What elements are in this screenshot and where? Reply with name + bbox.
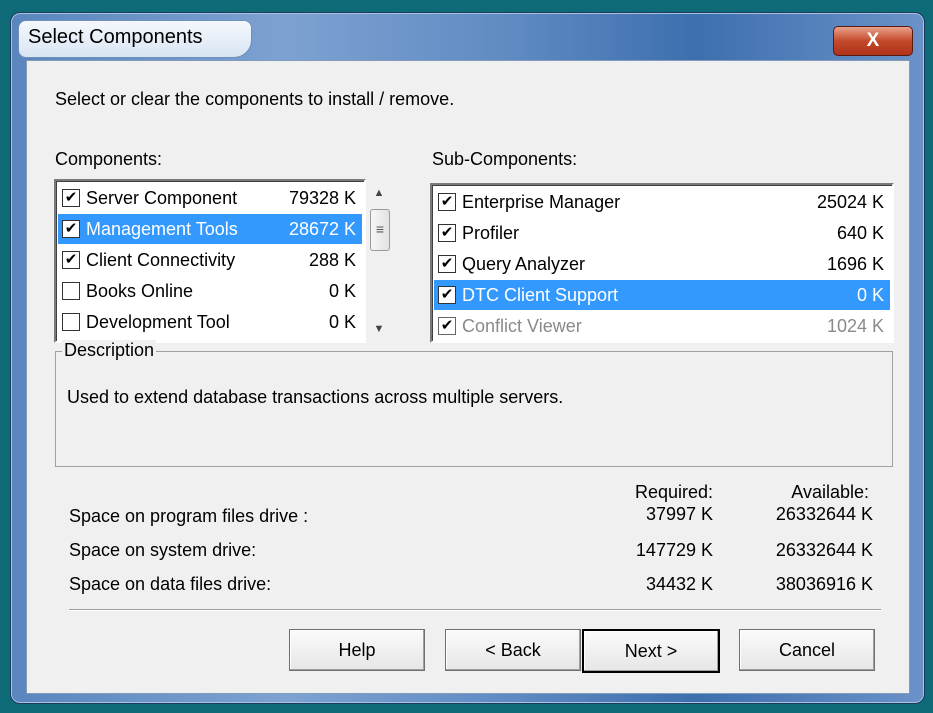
- item-name: Books Online: [86, 280, 194, 301]
- description-label: Description: [62, 340, 157, 361]
- checkmark-icon: ✔: [64, 251, 78, 268]
- window-title: Select Components: [28, 26, 203, 48]
- list-item[interactable]: ✔ Profiler 640 K: [434, 218, 890, 248]
- item-size: 288 K: [308, 249, 356, 270]
- arrow-down-icon[interactable]: ▼: [368, 319, 390, 339]
- space-available-value: 26332644 K: [775, 540, 873, 560]
- list-item[interactable]: ✔ Query Analyzer 1696 K: [434, 249, 890, 279]
- list-item[interactable]: Books Online 0 K: [58, 276, 362, 306]
- help-button[interactable]: Help: [289, 629, 425, 671]
- item-name: Development Tool: [86, 311, 230, 332]
- close-button[interactable]: X: [833, 26, 913, 56]
- cancel-button[interactable]: Cancel: [739, 629, 875, 671]
- checkbox[interactable]: ✔: [438, 255, 456, 273]
- checkbox[interactable]: ✔: [62, 251, 80, 269]
- space-row-label: Space on program files drive :: [69, 506, 309, 526]
- item-size: 1696 K: [826, 253, 884, 274]
- instruction-text: Select or clear the components to instal…: [55, 89, 455, 109]
- grip-icon: ≡: [375, 221, 385, 237]
- back-button[interactable]: < Back: [445, 629, 581, 671]
- list-item[interactable]: ✔ Management Tools 28672 K: [58, 214, 362, 244]
- item-name: Query Analyzer: [462, 253, 586, 274]
- space-required-value: 147729 K: [635, 540, 713, 560]
- item-size: 1024 K: [826, 315, 884, 336]
- available-header: Available:: [791, 482, 869, 502]
- checkmark-icon: ✔: [64, 189, 78, 206]
- checkmark-icon: ✔: [440, 255, 454, 272]
- checkbox[interactable]: [62, 282, 80, 300]
- close-icon: X: [866, 30, 880, 51]
- required-header: Required:: [634, 482, 713, 502]
- item-name: Server Component: [86, 187, 238, 208]
- item-size: 0 K: [328, 311, 356, 332]
- checkmark-icon: ✔: [440, 193, 454, 210]
- list-item[interactable]: ✔ DTC Client Support 0 K: [434, 280, 890, 310]
- description-text: Used to extend database transactions acr…: [67, 387, 564, 407]
- item-name: Client Connectivity: [86, 249, 236, 270]
- space-required-value: 34432 K: [645, 574, 713, 594]
- space-row-label: Space on system drive:: [69, 540, 257, 560]
- checkbox[interactable]: ✔: [62, 220, 80, 238]
- arrow-up-icon[interactable]: ▲: [368, 183, 390, 203]
- item-size: 79328 K: [288, 187, 356, 208]
- item-name: Conflict Viewer: [462, 315, 582, 336]
- item-size: 0 K: [856, 284, 884, 305]
- list-item[interactable]: Development Tool 0 K: [58, 307, 362, 337]
- list-item[interactable]: ✔ Enterprise Manager 25024 K: [434, 187, 890, 217]
- checkmark-icon: ✔: [440, 286, 454, 303]
- checkbox[interactable]: ✔: [62, 189, 80, 207]
- subcomponents-listbox[interactable]: ✔ Enterprise Manager 25024 K ✔ Profiler 640 K…: [430, 183, 894, 343]
- checkmark-icon: ✔: [64, 220, 78, 237]
- checkmark-icon: ✔: [440, 317, 454, 334]
- components-scrollbar[interactable]: ▲ ≡ ▼: [368, 179, 390, 339]
- description-group: [55, 351, 893, 467]
- list-item[interactable]: ✔ Client Connectivity 288 K: [58, 245, 362, 275]
- item-name: Profiler: [462, 222, 520, 243]
- checkbox[interactable]: [62, 313, 80, 331]
- item-name: Enterprise Manager: [462, 191, 621, 212]
- list-item[interactable]: ✔ Conflict Viewer 1024 K: [434, 311, 890, 341]
- separator: [69, 609, 881, 611]
- dialog-body: Select or clear the components to instal…: [26, 60, 910, 694]
- space-available-value: 38036916 K: [775, 574, 873, 594]
- item-size: 25024 K: [816, 191, 884, 212]
- checkbox[interactable]: ✔: [438, 224, 456, 242]
- space-available-value: 26332644 K: [775, 504, 873, 524]
- list-item[interactable]: ✔ Server Component 79328 K: [58, 183, 362, 213]
- next-button[interactable]: Next >: [582, 629, 720, 673]
- scroll-thumb[interactable]: ≡: [370, 209, 390, 251]
- checkbox[interactable]: ✔: [438, 193, 456, 211]
- checkbox[interactable]: ✔: [438, 317, 456, 335]
- checkbox[interactable]: ✔: [438, 286, 456, 304]
- checkmark-icon: ✔: [440, 224, 454, 241]
- item-size: 28672 K: [288, 218, 356, 239]
- subcomponents-label: Sub-Components:: [432, 149, 578, 169]
- components-listbox[interactable]: ✔ Server Component 79328 K ✔ Management Tool…: [54, 179, 366, 343]
- space-required-value: 37997 K: [645, 504, 713, 524]
- item-size: 0 K: [328, 280, 356, 301]
- item-name: DTC Client Support: [462, 284, 619, 305]
- space-row-label: Space on data files drive:: [69, 574, 272, 594]
- item-size: 640 K: [836, 222, 884, 243]
- components-label: Components:: [55, 149, 163, 169]
- item-name: Management Tools: [86, 218, 238, 239]
